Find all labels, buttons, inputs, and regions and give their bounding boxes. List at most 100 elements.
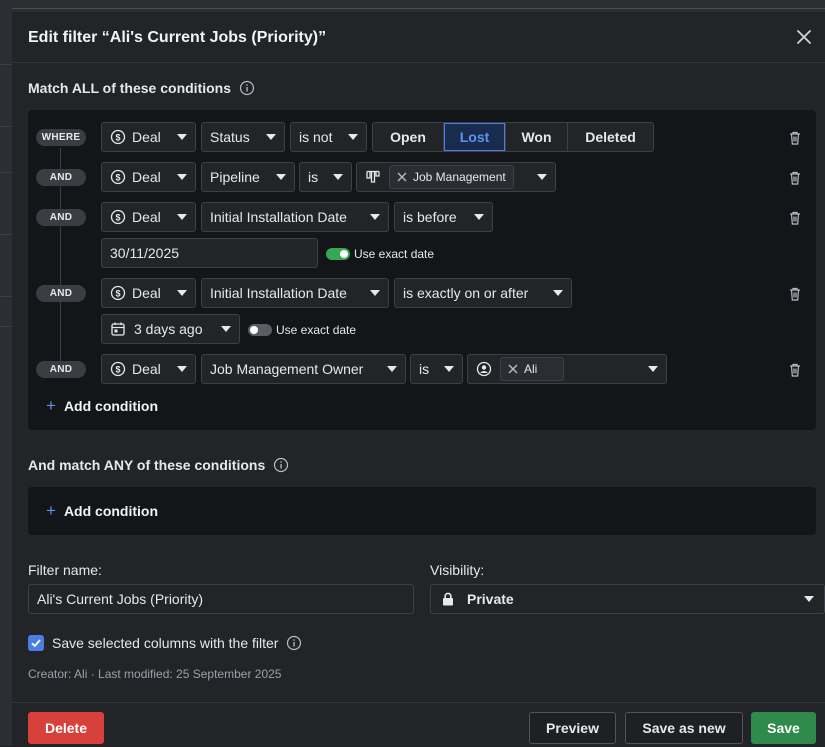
chevron-down-icon: [474, 214, 484, 220]
svg-text:$: $: [115, 212, 120, 222]
trash-icon[interactable]: [787, 130, 803, 146]
status-option-lost[interactable]: Lost: [444, 123, 506, 151]
entity-dropdown[interactable]: $ Deal: [101, 202, 196, 232]
lock-icon: [443, 592, 453, 606]
entity-dropdown[interactable]: $ Deal: [101, 122, 196, 152]
plus-icon: +: [46, 501, 56, 520]
operator-dropdown[interactable]: is: [410, 354, 463, 384]
operator-label: is not: [299, 129, 333, 145]
save-columns-checkbox[interactable]: [28, 635, 44, 651]
checkmark-icon: [31, 639, 41, 648]
match-any-heading: And match ANY of these conditions: [28, 457, 289, 473]
exact-date-toggle[interactable]: [326, 248, 350, 260]
entity-label: Deal: [132, 209, 161, 225]
filter-name-label: Filter name:: [28, 562, 102, 578]
entity-label: Deal: [132, 361, 161, 377]
save-button[interactable]: Save: [751, 712, 816, 744]
date-input[interactable]: 30/11/2025: [101, 238, 318, 268]
preview-button[interactable]: Preview: [529, 712, 616, 744]
entity-dropdown[interactable]: $ Deal: [101, 354, 196, 384]
info-icon[interactable]: [273, 457, 289, 473]
deal-icon: $: [110, 361, 126, 377]
trash-icon[interactable]: [787, 286, 803, 302]
visibility-label: Visibility:: [430, 562, 485, 578]
trash-icon[interactable]: [787, 170, 803, 186]
close-icon[interactable]: [795, 28, 813, 46]
chevron-down-icon: [553, 290, 563, 296]
backdrop-sidebar: [0, 0, 12, 746]
add-condition-label: Add condition: [63, 503, 159, 519]
entity-label: Deal: [132, 169, 161, 185]
field-label: Status: [210, 129, 250, 145]
chevron-down-icon: [177, 290, 187, 296]
operator-label: is: [419, 361, 430, 377]
exact-date-toggle[interactable]: [248, 324, 272, 336]
save-as-new-button[interactable]: Save as new: [625, 712, 743, 744]
entity-label: Deal: [132, 285, 161, 301]
status-segmented-control: Open Lost Won Deleted: [372, 122, 654, 152]
edit-filter-dialog: Edit filter “Ali's Current Jobs (Priorit…: [12, 12, 825, 746]
operator-label: is before: [403, 209, 457, 225]
chevron-down-icon: [370, 290, 380, 296]
trash-icon[interactable]: [787, 210, 803, 226]
status-option-deleted[interactable]: Deleted: [568, 123, 653, 151]
field-dropdown[interactable]: Initial Installation Date: [201, 202, 389, 232]
visibility-dropdown[interactable]: Private: [430, 584, 825, 614]
chevron-down-icon: [648, 366, 658, 372]
trash-icon[interactable]: [787, 362, 803, 378]
chevron-down-icon: [177, 366, 187, 372]
plus-icon: +: [46, 396, 56, 415]
svg-text:$: $: [115, 288, 120, 298]
chevron-down-icon: [177, 214, 187, 220]
field-dropdown[interactable]: Initial Installation Date: [201, 278, 389, 308]
field-label: Pipeline: [210, 169, 260, 185]
filter-name-input[interactable]: Ali's Current Jobs (Priority): [28, 584, 414, 614]
entity-dropdown[interactable]: $ Deal: [101, 162, 196, 192]
relative-date-label: 3 days ago: [134, 321, 203, 337]
add-condition-all-button[interactable]: + Add condition: [46, 396, 158, 415]
remove-icon[interactable]: [397, 172, 407, 182]
remove-icon[interactable]: [508, 364, 518, 374]
deal-icon: $: [110, 169, 126, 185]
dialog-footer: Delete Preview Save as new Save: [12, 702, 825, 747]
pipeline-value-select[interactable]: Job Management: [356, 162, 556, 192]
field-dropdown[interactable]: Job Management Owner: [201, 354, 406, 384]
save-columns-row: Save selected columns with the filter: [52, 635, 302, 651]
backdrop-topbar: [12, 0, 825, 12]
chevron-down-icon: [177, 174, 187, 180]
chevron-down-icon: [348, 134, 358, 140]
calendar-icon: [111, 322, 125, 336]
pipeline-icon: [366, 170, 380, 183]
chevron-down-icon: [387, 366, 397, 372]
deal-icon: $: [110, 209, 126, 225]
operator-dropdown[interactable]: is before: [394, 202, 493, 232]
field-dropdown[interactable]: Status: [201, 122, 285, 152]
status-option-won[interactable]: Won: [506, 123, 568, 151]
operator-dropdown[interactable]: is exactly on or after: [394, 278, 572, 308]
pipeline-chip: Job Management: [389, 165, 514, 189]
delete-button[interactable]: Delete: [28, 712, 104, 744]
match-any-title: And match ANY of these conditions: [28, 457, 266, 473]
filter-meta: Creator: Ali · Last modified: 25 Septemb…: [28, 667, 282, 681]
field-dropdown[interactable]: Pipeline: [201, 162, 295, 192]
info-icon[interactable]: [286, 635, 302, 651]
field-label: Initial Installation Date: [210, 285, 347, 301]
chevron-down-icon: [177, 134, 187, 140]
match-all-heading: Match ALL of these conditions: [28, 80, 255, 96]
pipeline-chip-label: Job Management: [413, 170, 506, 184]
entity-dropdown[interactable]: $ Deal: [101, 278, 196, 308]
deal-icon: $: [110, 285, 126, 301]
status-option-open[interactable]: Open: [373, 123, 444, 151]
match-all-title: Match ALL of these conditions: [28, 80, 232, 96]
exact-date-label: Use exact date: [276, 323, 357, 337]
relative-date-dropdown[interactable]: 3 days ago: [101, 314, 240, 344]
chevron-down-icon: [221, 326, 231, 332]
info-icon[interactable]: [239, 80, 255, 96]
chevron-down-icon: [333, 174, 343, 180]
condition-connector-badge: AND: [36, 361, 86, 378]
operator-dropdown[interactable]: is not: [290, 122, 367, 152]
operator-dropdown[interactable]: is: [299, 162, 352, 192]
condition-connector-badge: WHERE: [36, 129, 86, 146]
owner-value-select[interactable]: Ali: [467, 354, 667, 384]
add-condition-any-button[interactable]: + Add condition: [46, 501, 159, 520]
